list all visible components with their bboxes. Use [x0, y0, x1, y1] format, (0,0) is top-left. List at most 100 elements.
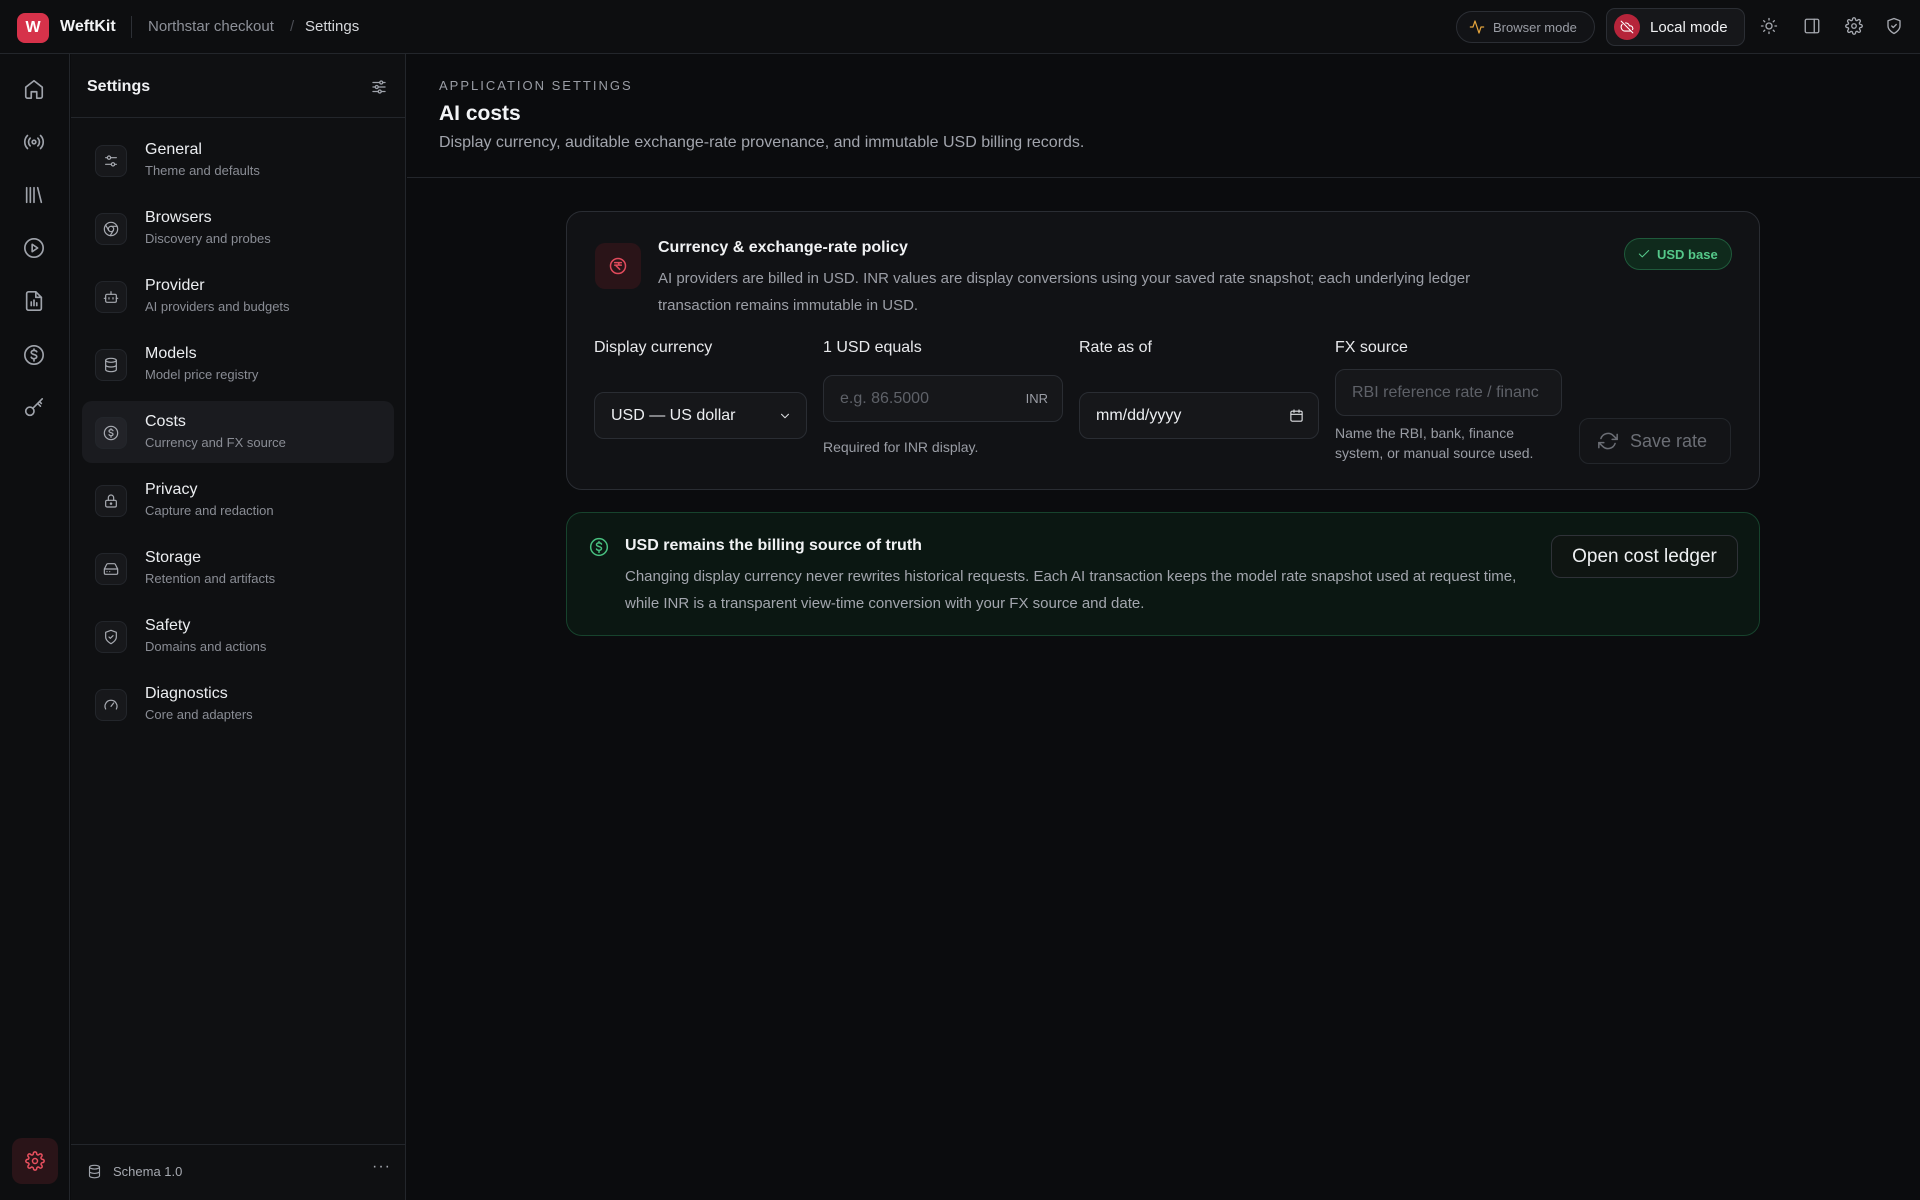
sidebar-item-sub: Model price registry	[145, 367, 259, 382]
open-cost-ledger-button[interactable]: Open cost ledger	[1551, 535, 1738, 578]
database-icon	[87, 1164, 102, 1179]
sidebar-item-label: Privacy	[145, 481, 198, 498]
sidebar-item-sub: Currency and FX source	[145, 435, 286, 450]
sidebar-item-costs[interactable]: Costs Currency and FX source	[82, 401, 394, 463]
shield-icon[interactable]	[1885, 17, 1903, 35]
note-description: Changing display currency never rewrites…	[625, 568, 1517, 612]
dollar-icon[interactable]	[23, 344, 45, 366]
usd-rate-input[interactable]: e.g. 86.5000 INR	[823, 375, 1063, 422]
sidebar-item-general[interactable]: General Theme and defaults	[82, 129, 394, 191]
activity-icon	[1469, 19, 1485, 35]
refresh-icon	[1598, 431, 1618, 451]
app-name: WeftKit	[60, 18, 116, 35]
page-description: Display currency, auditable exchange-rat…	[439, 134, 1085, 151]
settings-rail-button[interactable]	[12, 1138, 58, 1184]
sidebar-item-sub: Retention and artifacts	[145, 571, 276, 586]
breadcrumb-project[interactable]: Northstar checkout	[148, 18, 274, 35]
topbar-divider	[131, 16, 132, 38]
rate-hint: Required for INR display.	[823, 439, 979, 455]
dollar-icon	[589, 537, 609, 557]
browser-mode-button[interactable]: Browser mode	[1456, 11, 1595, 43]
local-mode-label: Local mode	[1650, 18, 1728, 36]
page-eyebrow: APPLICATION SETTINGS	[439, 78, 633, 93]
panel-icon[interactable]	[1803, 17, 1821, 35]
save-rate-label: Save rate	[1630, 430, 1708, 451]
database-icon	[95, 349, 127, 381]
page-header: APPLICATION SETTINGS AI costs Display cu…	[407, 54, 1920, 178]
currency-policy-card: Currency & exchange-rate policy AI provi…	[566, 211, 1760, 490]
usd-base-badge: USD base	[1624, 238, 1732, 270]
page-title: AI costs	[439, 102, 521, 125]
fx-source-label: FX source	[1335, 339, 1408, 356]
breadcrumb-separator: /	[290, 18, 295, 35]
local-mode-button[interactable]: Local mode	[1606, 8, 1745, 46]
gear-icon[interactable]	[1845, 17, 1863, 35]
card-description: AI providers are billed in USD. INR valu…	[658, 270, 1471, 314]
card-title: Currency & exchange-rate policy	[658, 239, 908, 256]
sidebar-item-label: Costs	[145, 413, 186, 430]
cloud-off-icon	[1614, 14, 1640, 40]
gear-icon	[25, 1151, 45, 1171]
billing-source-note: USD remains the billing source of truth …	[566, 512, 1760, 636]
sidebar-item-privacy[interactable]: Privacy Capture and redaction	[82, 469, 394, 531]
radio-icon[interactable]	[23, 131, 45, 153]
sidebar-item-models[interactable]: Models Model price registry	[82, 333, 394, 395]
fx-source-input[interactable]: RBI reference rate / financ	[1335, 369, 1562, 416]
sun-icon[interactable]	[1760, 17, 1778, 35]
bot-icon	[95, 281, 127, 313]
hard-drive-icon	[95, 553, 127, 585]
report-icon[interactable]	[23, 290, 45, 312]
shield-check-icon	[95, 621, 127, 653]
library-icon[interactable]	[23, 184, 45, 206]
sidebar-item-sub: Domains and actions	[145, 639, 267, 654]
app-logo[interactable]: W	[17, 13, 49, 43]
sidebar-item-browsers[interactable]: Browsers Discovery and probes	[82, 197, 394, 259]
fx-hint: Name the RBI, bank, finance system, or m…	[1335, 425, 1534, 461]
sidebar-item-storage[interactable]: Storage Retention and artifacts	[82, 537, 394, 599]
save-rate-button[interactable]: Save rate	[1579, 418, 1731, 464]
sidebar-header: Settings	[71, 54, 406, 118]
sidebar-item-sub: Discovery and probes	[145, 231, 271, 246]
sidebar-item-label: Models	[145, 345, 197, 362]
sidebar-item-label: Safety	[145, 617, 191, 634]
sliders-icon	[95, 145, 127, 177]
badge-label: USD base	[1657, 246, 1718, 262]
sidebar-title: Settings	[87, 78, 151, 95]
rate-as-of-label: Rate as of	[1079, 339, 1152, 356]
sidebar-item-label: General	[145, 141, 202, 158]
gauge-icon	[95, 689, 127, 721]
sidebar-item-label: Diagnostics	[145, 685, 228, 702]
sidebar-item-safety[interactable]: Safety Domains and actions	[82, 605, 394, 667]
sidebar-item-label: Provider	[145, 277, 205, 294]
currency-icon	[595, 243, 641, 289]
usd-equals-label: 1 USD equals	[823, 339, 922, 356]
calendar-icon[interactable]	[1289, 408, 1304, 423]
schema-version: Schema 1.0	[113, 1164, 183, 1179]
more-icon[interactable]: ···	[372, 1158, 391, 1176]
sidebar-item-sub: Theme and defaults	[145, 163, 260, 178]
chevron-down-icon	[778, 409, 792, 423]
icon-rail	[0, 54, 70, 1200]
play-icon[interactable]	[23, 237, 45, 259]
display-currency-select[interactable]: USD — US dollar	[594, 392, 807, 439]
sidebar-item-sub: Capture and redaction	[145, 503, 274, 518]
sliders-icon[interactable]	[370, 78, 388, 96]
breadcrumb-current: Settings	[305, 18, 360, 35]
sidebar-item-provider[interactable]: Provider AI providers and budgets	[82, 265, 394, 327]
key-icon[interactable]	[23, 397, 45, 419]
sidebar-item-sub: AI providers and budgets	[145, 299, 290, 314]
top-bar: W WeftKit Northstar checkout / Settings …	[0, 0, 1920, 54]
settings-sidebar: Settings General Theme and defaults Brow…	[71, 54, 406, 1200]
sidebar-item-label: Browsers	[145, 209, 212, 226]
note-title: USD remains the billing source of truth	[625, 537, 922, 554]
select-value: USD — US dollar	[611, 406, 736, 424]
browser-mode-label: Browser mode	[1493, 19, 1577, 35]
dollar-icon	[95, 417, 127, 449]
sidebar-item-diagnostics[interactable]: Diagnostics Core and adapters	[82, 673, 394, 735]
sidebar-footer: Schema 1.0 ···	[71, 1144, 406, 1200]
date-placeholder: mm/dd/yyyy	[1096, 406, 1182, 424]
rate-date-input[interactable]: mm/dd/yyyy	[1079, 392, 1319, 439]
fx-placeholder: RBI reference rate / financ	[1352, 383, 1539, 401]
home-icon[interactable]	[23, 78, 45, 100]
check-icon	[1637, 247, 1651, 261]
